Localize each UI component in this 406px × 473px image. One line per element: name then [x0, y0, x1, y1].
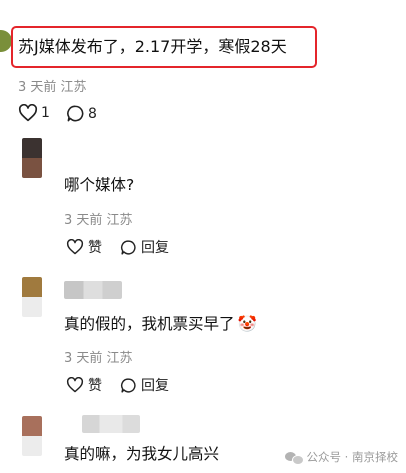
avatar-bottom-half: [22, 158, 42, 178]
avatar-bottom-half: [22, 436, 42, 456]
comment-count: 8: [88, 105, 97, 122]
post-meta: 3 天前 江苏: [18, 80, 87, 95]
comment-1-avatar[interactable]: [22, 138, 42, 178]
heart-icon: [18, 104, 38, 122]
comment-3-text: 真的嘛，为我女儿高兴: [64, 445, 220, 463]
reply-label: 回复: [141, 378, 169, 394]
post-text: 苏J媒体发布了，2.17开学，寒假28天: [18, 37, 287, 56]
comment-2-username-blurred: [64, 281, 122, 299]
comment-3-username-blurred: [82, 415, 140, 433]
avatar-top-half: [22, 277, 42, 297]
comment-2-like-button[interactable]: 赞: [66, 375, 102, 395]
reply-bubble-icon: [120, 377, 137, 394]
like-count: 1: [41, 105, 50, 121]
reply-label: 回复: [141, 240, 169, 256]
comment-2-text-row: 真的假的，我机票买早了 🤡: [64, 314, 257, 334]
comment-2-text: 真的假的，我机票买早了: [64, 315, 235, 333]
clown-emoji: 🤡: [237, 315, 257, 333]
watermark-text: 公众号 · 南京择校: [306, 450, 398, 464]
watermark: 公众号 · 南京择校: [284, 449, 398, 465]
like-label: 赞: [88, 240, 102, 256]
reply-bubble-icon: [120, 239, 137, 256]
like-button[interactable]: 1: [18, 104, 50, 122]
avatar-bottom-half: [22, 297, 42, 317]
like-label: 赞: [88, 378, 102, 394]
comment-button[interactable]: 8: [66, 104, 97, 123]
comment-2-reply-button[interactable]: 回复: [120, 375, 169, 395]
comment-2-avatar[interactable]: [22, 277, 42, 317]
heart-icon: [66, 377, 84, 393]
comment-2-meta: 3 天前 江苏: [64, 351, 133, 366]
comment-1-meta: 3 天前 江苏: [64, 213, 133, 228]
comment-bubble-icon: [66, 104, 85, 123]
avatar-top-half: [22, 416, 42, 436]
comment-1-like-button[interactable]: 赞: [66, 237, 102, 257]
avatar-top-half: [22, 138, 42, 158]
comment-1-reply-button[interactable]: 回复: [120, 237, 169, 257]
heart-icon: [66, 239, 84, 255]
comment-1-text: 哪个媒体?: [64, 176, 135, 194]
comment-3-avatar[interactable]: [22, 416, 42, 456]
wechat-icon: [284, 450, 304, 465]
